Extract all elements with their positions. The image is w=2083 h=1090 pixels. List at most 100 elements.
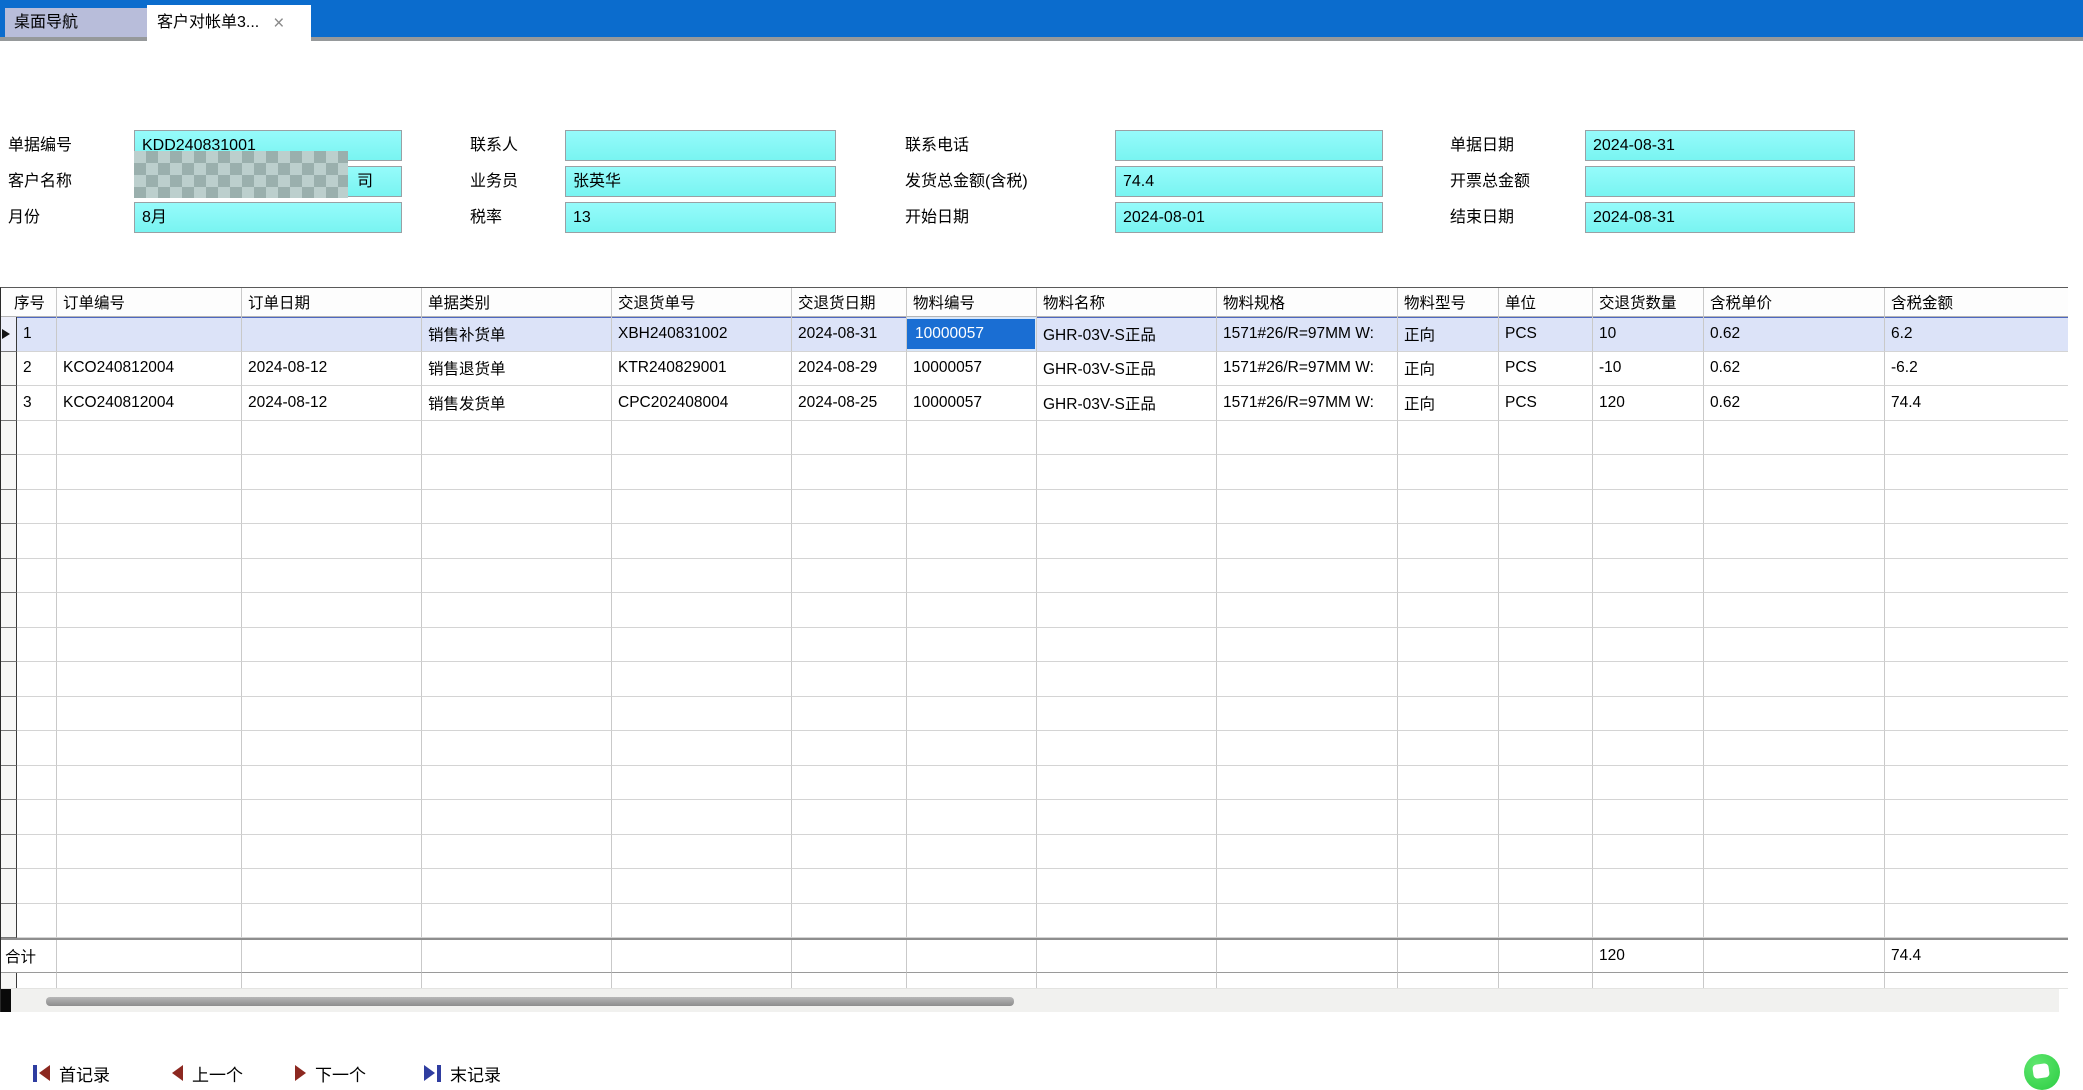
- cell-7[interactable]: GHR-03V-S正品: [1037, 386, 1217, 421]
- cell-10[interactable]: PCS: [1499, 352, 1593, 387]
- cell-13[interactable]: -6.2: [1885, 352, 2068, 387]
- cell-12[interactable]: 0.62: [1704, 352, 1885, 387]
- column-header-10[interactable]: 单位: [1499, 288, 1593, 317]
- column-header-2[interactable]: 订单日期: [242, 288, 422, 317]
- column-header-9[interactable]: 物料型号: [1398, 288, 1499, 317]
- tax-rate-field[interactable]: 13: [565, 202, 836, 233]
- column-header-1[interactable]: 订单编号: [57, 288, 242, 317]
- cell-12: [1704, 628, 1885, 663]
- table-empty-row: [1, 904, 2068, 939]
- column-header-13[interactable]: 含税金额: [1885, 288, 2068, 317]
- cell-5[interactable]: 2024-08-29: [792, 352, 907, 387]
- statement-detail-grid: 序号订单编号订单日期单据类别交退货单号交退货日期物料编号物料名称物料规格物料型号…: [0, 287, 2068, 1012]
- salesperson-field[interactable]: 张英华: [565, 166, 836, 197]
- last-record-icon: [424, 1065, 441, 1082]
- cell-12[interactable]: 0.62: [1704, 386, 1885, 421]
- cell-11: [1593, 524, 1704, 559]
- cell-2: [242, 593, 422, 628]
- cell-7[interactable]: GHR-03V-S正品: [1037, 352, 1217, 387]
- column-header-7[interactable]: 物料名称: [1037, 288, 1217, 317]
- horizontal-scrollbar-thumb[interactable]: [46, 997, 1014, 1006]
- cell-0[interactable]: 1: [17, 317, 57, 352]
- cell-3[interactable]: 销售补货单: [422, 317, 612, 352]
- column-header-5[interactable]: 交退货日期: [792, 288, 907, 317]
- cell-1: [57, 490, 242, 525]
- cell-4[interactable]: CPC202408004: [612, 386, 792, 421]
- scrollbar-left-corner: [1, 989, 11, 1012]
- nav-previous-record-button[interactable]: 上一个: [172, 1058, 243, 1088]
- contact-phone-field[interactable]: [1115, 130, 1383, 161]
- cell-10[interactable]: PCS: [1499, 386, 1593, 421]
- cell-9[interactable]: 正向: [1398, 386, 1499, 421]
- cell-2[interactable]: [242, 317, 422, 352]
- cell-8[interactable]: 1571#26/R=97MM W:: [1217, 386, 1398, 421]
- assistant-green-icon[interactable]: [2024, 1054, 2060, 1090]
- table-empty-row: [1, 524, 2068, 559]
- cell-4[interactable]: KTR240829001: [612, 352, 792, 387]
- cell-4[interactable]: XBH240831002: [612, 317, 792, 352]
- column-header-6[interactable]: 物料编号: [907, 288, 1037, 317]
- column-header-3[interactable]: 单据类别: [422, 288, 612, 317]
- cell-1[interactable]: KCO240812004: [57, 386, 242, 421]
- cell-6[interactable]: 10000057: [907, 386, 1037, 421]
- cell-0[interactable]: 2: [17, 352, 57, 387]
- invoice-total-field[interactable]: [1585, 166, 1855, 197]
- cell-7[interactable]: GHR-03V-S正品: [1037, 317, 1217, 352]
- cell-6[interactable]: 10000057: [907, 352, 1037, 387]
- cell-9[interactable]: 正向: [1398, 352, 1499, 387]
- cell-12: [1704, 421, 1885, 456]
- cell-9[interactable]: 正向: [1398, 317, 1499, 352]
- delivery-total-field[interactable]: 74.4: [1115, 166, 1383, 197]
- table-empty-row: [1, 766, 2068, 801]
- cell-11[interactable]: -10: [1593, 352, 1704, 387]
- nav-first-record-button[interactable]: 首记录: [33, 1058, 110, 1088]
- cell-5[interactable]: 2024-08-25: [792, 386, 907, 421]
- column-header-8[interactable]: 物料规格: [1217, 288, 1398, 317]
- cell-10: [1499, 421, 1593, 456]
- cell-0: [17, 421, 57, 456]
- cell-0[interactable]: 3: [17, 386, 57, 421]
- cell-8[interactable]: 1571#26/R=97MM W:: [1217, 317, 1398, 352]
- cell-1[interactable]: KCO240812004: [57, 352, 242, 387]
- cell-2[interactable]: 2024-08-12: [242, 386, 422, 421]
- cell-1[interactable]: [57, 317, 242, 352]
- month-field[interactable]: 8月: [134, 202, 402, 233]
- cell-13: [1885, 593, 2068, 628]
- nav-label: 上一个: [192, 1061, 243, 1086]
- cell-11[interactable]: 10: [1593, 317, 1704, 352]
- cell-12[interactable]: 0.62: [1704, 317, 1885, 352]
- nav-next-record-button[interactable]: 下一个: [295, 1058, 366, 1088]
- column-header-0[interactable]: 序号: [1, 288, 57, 317]
- contact-person-field[interactable]: [565, 130, 836, 161]
- start-date-field[interactable]: 2024-08-01: [1115, 202, 1383, 233]
- month-label: 月份: [8, 202, 40, 233]
- cell-2[interactable]: 2024-08-12: [242, 352, 422, 387]
- cell-0: [17, 455, 57, 490]
- cell-4: [612, 628, 792, 663]
- cell-0: [17, 593, 57, 628]
- tab-customer-statement[interactable]: 客户对帐单3... ×: [147, 5, 311, 41]
- column-header-12[interactable]: 含税单价: [1704, 288, 1885, 317]
- cell-13[interactable]: 6.2: [1885, 317, 2068, 352]
- cell-11[interactable]: 120: [1593, 386, 1704, 421]
- end-date-field[interactable]: 2024-08-31: [1585, 202, 1855, 233]
- horizontal-scrollbar[interactable]: [1, 988, 2068, 1012]
- cell-7: [1037, 490, 1217, 525]
- cell-8: [1217, 800, 1398, 835]
- nav-last-record-button[interactable]: 末记录: [424, 1058, 501, 1088]
- cell-3[interactable]: 销售退货单: [422, 352, 612, 387]
- close-icon[interactable]: ×: [273, 14, 284, 33]
- cell-7: [1037, 421, 1217, 456]
- cell-5[interactable]: 2024-08-31: [792, 317, 907, 352]
- column-header-11[interactable]: 交退货数量: [1593, 288, 1704, 317]
- doc-date-field[interactable]: 2024-08-31: [1585, 130, 1855, 161]
- cell-10[interactable]: PCS: [1499, 317, 1593, 352]
- cell-8[interactable]: 1571#26/R=97MM W:: [1217, 352, 1398, 387]
- cell-3[interactable]: 销售发货单: [422, 386, 612, 421]
- doc-no-label: 单据编号: [8, 130, 72, 161]
- column-header-4[interactable]: 交退货单号: [612, 288, 792, 317]
- cell-13[interactable]: 74.4: [1885, 386, 2068, 421]
- selected-cell[interactable]: 10000057: [907, 317, 1037, 352]
- cell-10: [1499, 697, 1593, 732]
- tab-desktop-navigation[interactable]: 桌面导航: [5, 8, 147, 37]
